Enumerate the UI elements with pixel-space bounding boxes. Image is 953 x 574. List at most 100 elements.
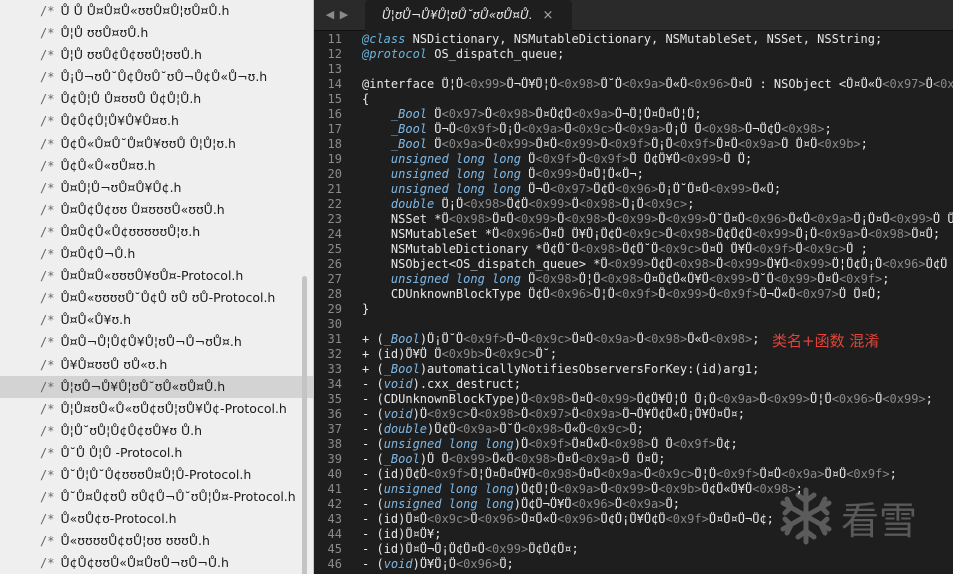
file-name: Ů¥Ů¤ʊʊŮ ʊŮ«ʊ.h — [60, 356, 168, 372]
code-line: - (unsigned long long)Ů<0x9f>Ů¤Ů«Ů<0x98>… — [362, 437, 953, 452]
hex-escape: <0x9f> — [427, 467, 471, 481]
hex-escape: <0x9c> — [492, 347, 536, 361]
code-token: Ů¤Ů«Ů — [571, 437, 608, 451]
close-tab-icon[interactable]: × — [540, 0, 556, 31]
file-row[interactable]: /* Ů¢Ů«Ů¤Ů˘Ů¤Ů¥ʊʊŮ Ů¦Ů¦ʊ.h — [0, 133, 314, 155]
code-token: Ů¤Ů : NSObject <Ů¤Ů«Ů — [730, 77, 883, 91]
comment-prefix: /* — [40, 180, 55, 195]
hex-escape: <0x9f> — [752, 242, 796, 256]
file-row[interactable]: /* Ů¤Ů¢Ů«Ů¢ʊʊʊʊʊŮ¦ʊ.h — [0, 221, 314, 243]
code-token: )Ů¥Ů¡Ů — [412, 557, 456, 571]
hex-escape: <0x9c> — [643, 197, 688, 211]
line-number: 41 — [327, 482, 342, 496]
hex-escape: <0x97> — [882, 77, 926, 91]
code-line: { — [362, 92, 953, 107]
file-row[interactable]: /* Ů¦Ů¤ʊŮ«Ů«ʊŮ¢ʊŮ¦ʊŮ¥Ů¢-Protocol.h — [0, 398, 314, 420]
code-token: Ů¤Ů¢Ů«Ů¥Ů — [643, 272, 709, 286]
forward-arrow-icon[interactable]: ▶ — [338, 6, 350, 24]
file-row[interactable]: /* Ů¢Ů¦Ů Ů¤ʊʊŮ Ů¢Ů¦Ů.h — [0, 88, 314, 110]
line-number: 14 — [327, 77, 342, 91]
code-token: Ů — [658, 212, 666, 226]
code-editor: ◀ ▶ Ů¦ʊŮ¬Ů¥Ů¦ʊŮ˘ʊŮ«ʊŮ¤Ů.h × 11 12 13 14 15 16… — [314, 0, 953, 574]
file-row[interactable]: /* Ů¤Ů«Ů¥ʊ.h — [0, 309, 314, 331]
hex-escape: <0x98> — [521, 422, 565, 436]
hex-escape: <0x96> — [455, 557, 500, 571]
comment-prefix: /* — [40, 269, 55, 284]
hex-escape: <0x98> — [708, 332, 753, 346]
code-line: @protocol OS_dispatch_queue; — [362, 47, 953, 62]
line-number: 24 — [327, 227, 342, 241]
file-row[interactable]: /* Ů«ʊŮ¢ʊ-Protocol.h — [0, 508, 314, 530]
comment-prefix: /* — [40, 379, 55, 394]
hex-escape: <0x96> — [882, 257, 926, 271]
file-row[interactable]: /* Ů¡Ů¬ʊŮ˘Ů¢ŮʊŮ˘ʊŮ¬Ů¢Ů«Ů¬ʊ.h — [0, 66, 314, 88]
file-row[interactable]: /* Ů¤Ů«ʊʊʊʊŮ˘Ů¢Ů ʊŮ ʊŮ-Protocol.h — [0, 287, 314, 309]
keyword-token: _Bool — [383, 452, 420, 466]
file-row[interactable]: /* Ů¤Ů¢Ů¬Ů.h — [0, 243, 314, 265]
tab-active-file[interactable]: Ů¦ʊŮ¬Ů¥Ů¦ʊŮ˘ʊŮ«ʊŮ¤Ů.h × — [365, 0, 572, 31]
file-name: Ů¤Ů¤Ů«ʊʊʊŮ¥ʊŮ¤-Protocol.h — [60, 268, 244, 284]
code-token: ; — [687, 197, 695, 211]
code-token: Ů«Ů — [687, 332, 709, 346]
hex-escape: <0x9f> — [463, 332, 507, 346]
code-token: - (id)Ů¤Ů — [362, 512, 428, 526]
hex-escape: <0x9a> — [622, 77, 666, 91]
code-token: CDUnknownBlockType Ů¢Ů — [362, 287, 550, 301]
code-token: Ů¤Ů Ů¥Ů¡Ů¢Ů — [542, 227, 623, 241]
code-line: NSObject<OS_dispatch_queue> *Ů<0x99>Ů¢Ů<… — [362, 257, 953, 272]
file-row-selected[interactable]: /* Ů¦ʊŮ¬Ů¥Ů¦ʊŮ˘ʊŮ«ʊŮ¤Ů.h — [0, 375, 314, 398]
code-token: Ů — [470, 512, 478, 526]
hex-escape: <0x98> — [535, 272, 579, 286]
file-row[interactable]: /* Ů¢Ů¢ʊʊŮ«Ů¤ŮʊŮ¬ʊŮ¬Ů.h — [0, 552, 314, 574]
code-line: - (CDUnknownBlockType)Ů<0x98>Ů¤Ů<0x99>Ů¢… — [362, 392, 953, 407]
code-token: - ( — [362, 557, 384, 571]
code-token: { — [362, 92, 370, 106]
file-row[interactable]: /* Ů¢Ů«Ů«ʊŮ¤ʊ.h — [0, 155, 314, 177]
line-number: 15 — [327, 92, 342, 106]
line-number: 31 — [327, 332, 342, 346]
file-row[interactable]: /* Ů Ů Ů¤Ů¤Ů«ʊʊŮ¤Ů¦ʊŮ¤Ů.h — [0, 0, 314, 22]
sidebar-scrollbar[interactable] — [302, 276, 307, 574]
code-token: - ( — [362, 377, 384, 391]
file-row[interactable]: /* Ů˘Ů¦Ů˘Ů¢ʊʊʊŮ¤Ů¦Ů-Protocol.h — [0, 464, 314, 486]
hex-escape: <0x9a> — [441, 137, 485, 151]
hex-escape: <0x99> — [665, 287, 709, 301]
file-row[interactable]: /* Ů¤Ů¤Ů«ʊʊʊŮ¥ʊŮ¤-Protocol.h — [0, 265, 314, 287]
code-line: - (void).cxx_destruct; — [362, 377, 953, 392]
code-token: )Ů¢Ů¦Ů — [513, 482, 558, 496]
file-row[interactable]: /* Ů˘Ů Ů¦Ů -Protocol.h — [0, 442, 314, 464]
comment-prefix: /* — [40, 247, 55, 262]
file-name: Ů«ʊŮ¢ʊ-Protocol.h — [60, 511, 177, 527]
hex-escape: <0x96> — [932, 77, 953, 91]
file-row[interactable]: /* Ů¥Ů¤ʊʊŮ ʊŮ«ʊ.h — [0, 354, 314, 376]
hex-escape: <0x9a> — [622, 122, 666, 136]
code-token: Ů Ů¢Ů — [932, 212, 953, 226]
code-token: )Ů¡Ů˘Ů — [419, 332, 464, 346]
file-row[interactable]: /* Ů¢Ů¢Ů¦Ů¥Ů¥Ů¤ʊ.h — [0, 110, 314, 132]
keyword-token: unsigned long long — [383, 437, 514, 451]
file-name: Ů¤Ů«ʊʊʊʊŮ˘Ů¢Ů ʊŮ ʊŮ-Protocol.h — [60, 290, 276, 306]
line-number: 19 — [327, 152, 342, 166]
comment-prefix: /* — [40, 70, 55, 85]
code-token: Ů¢Ů¢Ů¤; — [528, 542, 579, 556]
file-row[interactable]: /* Ů¤Ů¢Ů¢ʊʊ Ů¤ʊʊʊŮ«ʊʊŮ.h — [0, 199, 314, 221]
code-token: Ů¢Ů — [506, 197, 529, 211]
keyword-token: double — [383, 422, 428, 436]
hex-escape: <0x97> — [549, 182, 594, 196]
file-row[interactable]: /* Ů¦Ů ʊʊŮ¢Ů¢ʊʊŮ¦ʊʊŮ.h — [0, 44, 314, 66]
comment-prefix: /* — [40, 136, 55, 151]
file-row[interactable]: /* Ů¤Ů¬Ů¦Ů¢Ů¥Ů¦ʊŮ¬Ů¬ʊŮ¤.h — [0, 331, 314, 353]
file-row[interactable]: /* Ů˘Ů¤Ů¢ʊŮ ʊŮ¢Ů¬Ů˘ʊŮ¦Ů¤-Protocol.h — [0, 486, 314, 508]
tab-title: Ů¦ʊŮ¬Ů¥Ů¦ʊŮ˘ʊŮ«ʊŮ¤Ů.h — [382, 8, 532, 22]
code-token: Ů¢; — [716, 437, 738, 451]
file-row[interactable]: /* Ů«ʊʊʊʊŮ¢ʊŮ¦ʊʊ ʊʊʊŮ.h — [0, 530, 314, 552]
code-token: Ů¦Ů — [593, 287, 615, 301]
file-row[interactable]: /* Ů¤Ů¦Ů¬ʊŮ¤Ů¥Ů¢.h — [0, 177, 314, 199]
back-arrow-icon[interactable]: ◀ — [324, 6, 336, 24]
code-token: - ( — [362, 422, 384, 436]
file-row[interactable]: /* Ů¦Ů ʊʊŮ¤ʊŮ.h — [0, 22, 314, 44]
file-row[interactable]: /* Ů¦Ů˘ʊŮ¦Ů¢Ů¢ʊŮ¥ʊ Ů.h — [0, 420, 314, 442]
keyword-token: unsigned long long — [390, 272, 521, 286]
